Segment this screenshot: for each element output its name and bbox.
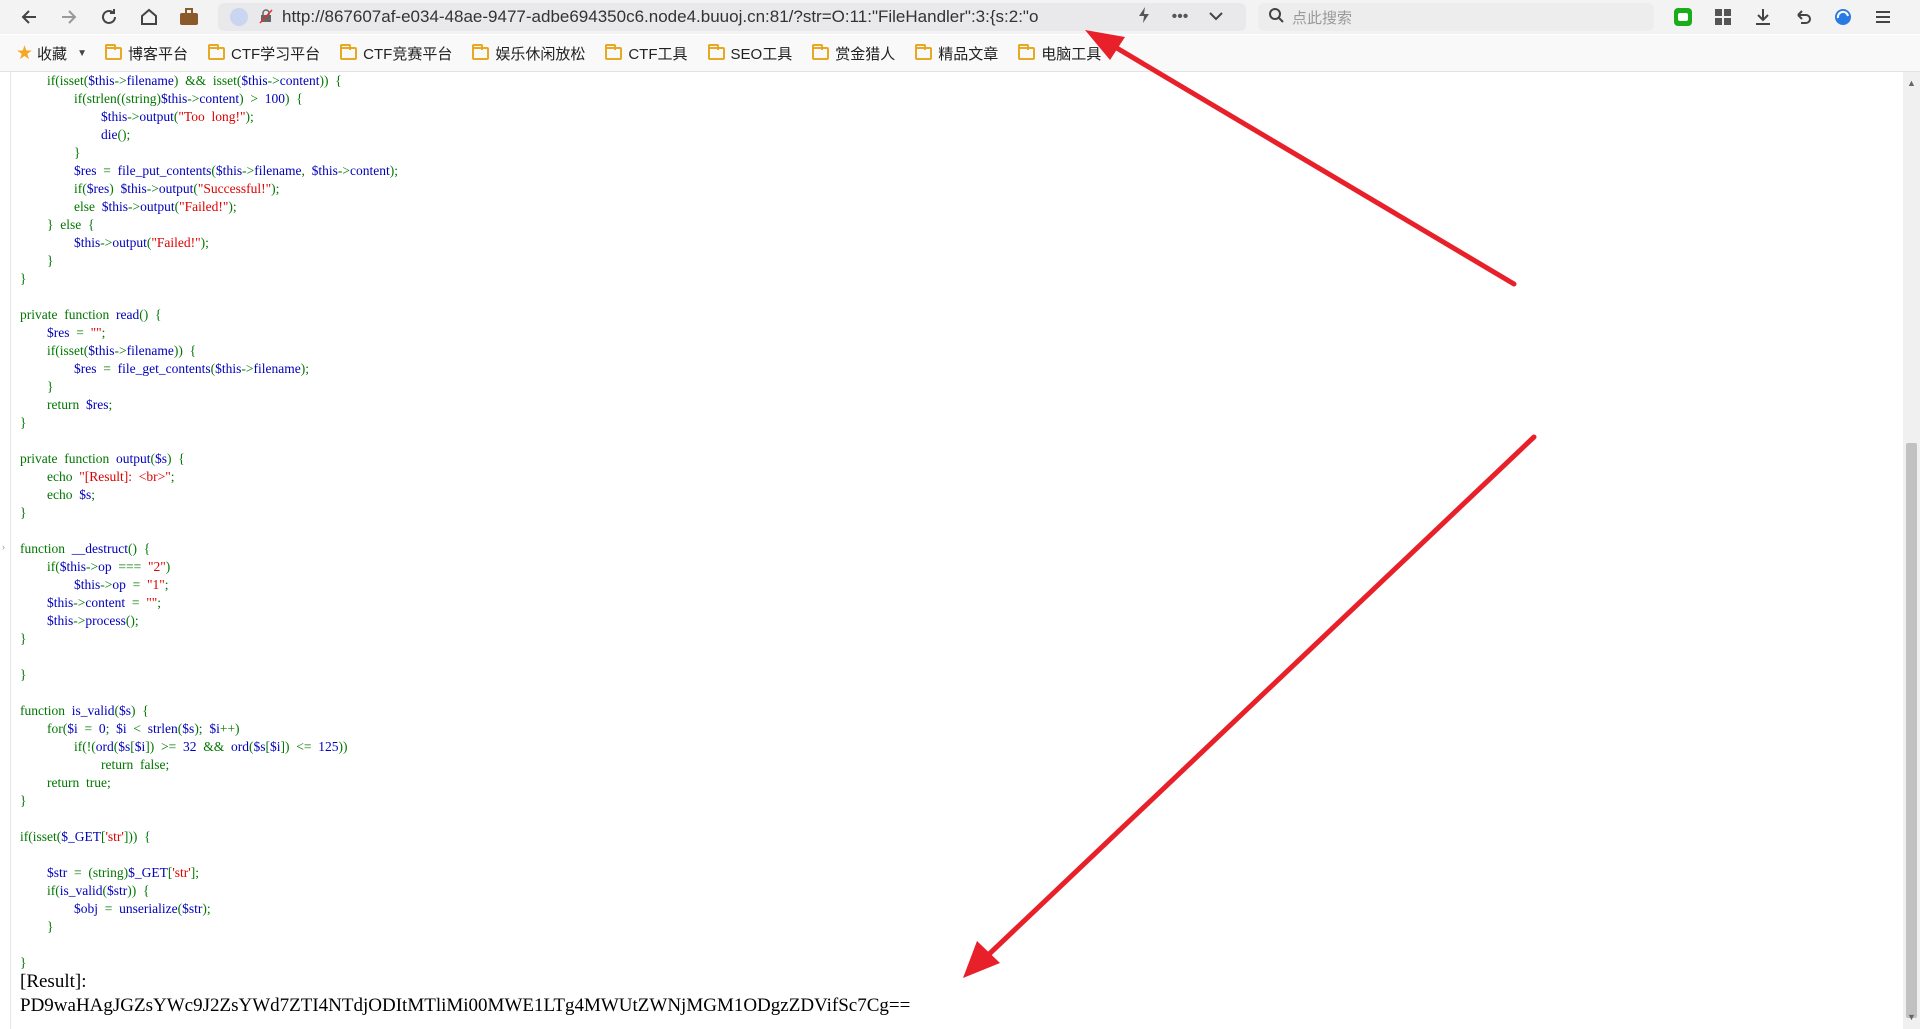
- bookmark-label: 赏金猎人: [835, 45, 896, 63]
- undo-icon[interactable]: [1788, 2, 1818, 32]
- php-source-code: if(isset($this->filename) && isset($this…: [20, 73, 398, 970]
- briefcase-icon[interactable]: [174, 2, 204, 32]
- bookmark-item[interactable]: CTF工具: [605, 43, 688, 64]
- download-icon[interactable]: [1748, 2, 1778, 32]
- bookmarks-bar: ★ 收藏 ▼ 博客平台 CTF学习平台 CTF竞赛平台 娱乐休闲放松 CTF工具…: [0, 35, 1920, 72]
- more-icon[interactable]: •••: [1166, 8, 1194, 26]
- bookmark-item[interactable]: 精品文章: [915, 43, 998, 64]
- wechat-icon[interactable]: [1668, 2, 1698, 32]
- search-input[interactable]: 点此搜索: [1292, 7, 1352, 28]
- folder-icon: [1018, 43, 1036, 60]
- folder-icon: [104, 43, 122, 60]
- favorites-label: 收藏: [37, 45, 68, 63]
- search-box[interactable]: 点此搜索: [1258, 3, 1654, 31]
- search-icon: [1268, 7, 1284, 28]
- favorites-button[interactable]: ★ 收藏 ▼: [16, 42, 87, 65]
- browser-logo-icon[interactable]: [1828, 2, 1858, 32]
- menu-icon[interactable]: [1868, 2, 1898, 32]
- scroll-up-icon[interactable]: ▲: [1907, 78, 1916, 88]
- bookmark-label: 电脑工具: [1041, 45, 1102, 63]
- folder-icon: [812, 43, 830, 60]
- apps-icon[interactable]: [1708, 2, 1738, 32]
- browser-toolbar: http://867607af-e034-48ae-9477-adbe69435…: [0, 0, 1920, 34]
- folder-icon: [707, 43, 725, 60]
- bookmark-label: 娱乐休闲放松: [495, 45, 586, 63]
- toolbar-right-icons: [1668, 2, 1898, 32]
- scroll-thumb[interactable]: [1906, 443, 1917, 1018]
- page-content: if(isset($this->filename) && isset($this…: [10, 72, 1900, 1029]
- nav-buttons: [14, 2, 204, 32]
- folder-icon: [472, 43, 490, 60]
- bookmark-item[interactable]: 赏金猎人: [812, 43, 895, 64]
- forward-icon[interactable]: [54, 2, 84, 32]
- scroll-down-icon[interactable]: ▼: [1907, 1012, 1916, 1022]
- bookmark-label: CTF工具: [628, 45, 688, 63]
- bookmark-label: 精品文章: [938, 45, 999, 63]
- result-value: PD9waHAgJGZsYWc9J2ZsYWd7ZTI4NTdjODItMTli…: [20, 995, 911, 1016]
- back-icon[interactable]: [14, 2, 44, 32]
- bookmark-item[interactable]: 娱乐休闲放松: [472, 43, 585, 64]
- caret-down-icon[interactable]: ▼: [77, 48, 87, 59]
- bookmark-item[interactable]: SEO工具: [707, 43, 793, 64]
- sidebar-expand-icon: ›: [2, 542, 5, 552]
- bookmark-label: CTF竞赛平台: [363, 45, 453, 63]
- bookmark-label: 博客平台: [127, 45, 188, 63]
- site-icon: [230, 8, 248, 26]
- folder-icon: [340, 43, 358, 60]
- lock-slash-icon[interactable]: [258, 8, 274, 27]
- lightning-icon[interactable]: [1130, 6, 1158, 29]
- address-bar[interactable]: http://867607af-e034-48ae-9477-adbe69435…: [218, 3, 1246, 31]
- url-text[interactable]: http://867607af-e034-48ae-9477-adbe69435…: [282, 7, 1122, 27]
- folder-icon: [605, 43, 623, 60]
- folder-icon: [915, 43, 933, 60]
- reload-icon[interactable]: [94, 2, 124, 32]
- star-icon: ★: [16, 42, 34, 64]
- folder-icon: [207, 43, 225, 60]
- bookmark-label: CTF学习平台: [230, 45, 321, 63]
- bookmark-item[interactable]: 电脑工具: [1018, 43, 1101, 64]
- bookmark-item[interactable]: CTF竞赛平台: [340, 43, 452, 64]
- result-label: [Result]:: [20, 971, 87, 992]
- home-icon[interactable]: [134, 2, 164, 32]
- bookmark-label: SEO工具: [730, 45, 793, 63]
- vertical-scrollbar[interactable]: ▲ ▼: [1903, 72, 1920, 1029]
- bookmark-item[interactable]: CTF学习平台: [207, 43, 321, 64]
- chevron-down-icon[interactable]: [1202, 8, 1230, 26]
- bookmark-item[interactable]: 博客平台: [104, 43, 188, 64]
